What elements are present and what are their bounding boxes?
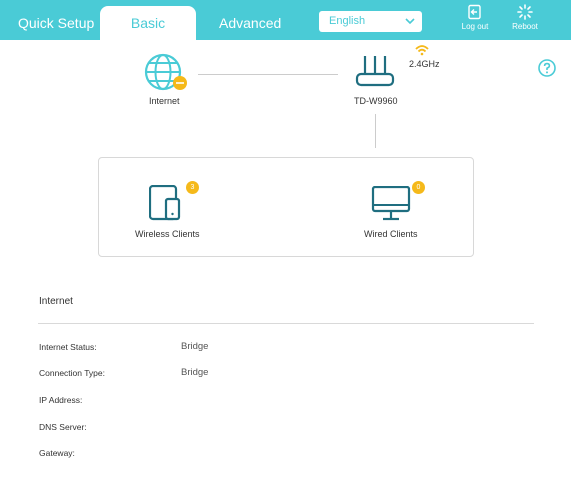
section-divider [38, 323, 534, 324]
wireless-clients-label: Wireless Clients [135, 229, 200, 239]
wireless-clients-button[interactable] [148, 184, 185, 221]
info-label: DNS Server: [39, 422, 87, 432]
internet-node[interactable] [144, 52, 190, 92]
wired-clients-button[interactable] [371, 185, 413, 222]
wireless-clients-count-badge: 3 [186, 181, 199, 194]
reboot-label: Reboot [512, 22, 538, 31]
info-label: Gateway: [39, 448, 75, 458]
router-icon [355, 56, 395, 87]
internet-label: Internet [149, 96, 180, 106]
internet-section-title: Internet [39, 296, 73, 307]
wifi-band-label: 2.4GHz [409, 59, 440, 69]
router-model-label: TD-W9960 [354, 96, 398, 106]
wired-clients-label: Wired Clients [364, 229, 418, 239]
connection-line [198, 74, 338, 75]
wifi-icon [415, 43, 429, 56]
language-select[interactable]: English [319, 11, 422, 32]
logout-icon [455, 4, 495, 20]
help-icon[interactable] [538, 59, 556, 77]
chevron-down-icon [405, 11, 415, 40]
wired-clients-count-badge: 0 [412, 181, 425, 194]
info-value: Bridge [181, 367, 209, 378]
info-label: Internet Status: [39, 342, 97, 352]
connection-line-vertical [375, 114, 376, 148]
reboot-icon [505, 4, 545, 20]
info-value: Bridge [181, 341, 209, 352]
clients-panel: 3 Wireless Clients 0 Wired Clients [98, 157, 474, 257]
logout-label: Log out [461, 22, 489, 31]
tablet-phone-icon [148, 184, 181, 221]
tab-advanced[interactable]: Advanced [219, 6, 281, 40]
info-label: Connection Type: [39, 368, 105, 378]
globe-icon [144, 53, 187, 91]
top-nav-bar: Quick Setup Basic Advanced English Log o… [0, 0, 571, 40]
router-node[interactable] [354, 54, 396, 90]
reboot-button[interactable]: Reboot [505, 4, 545, 31]
tab-quick-setup[interactable]: Quick Setup [18, 6, 94, 40]
info-label: IP Address: [39, 395, 83, 405]
language-value: English [329, 15, 366, 27]
logout-button[interactable]: Log out [455, 4, 495, 31]
tab-basic[interactable]: Basic [100, 6, 196, 40]
monitor-icon [371, 185, 411, 221]
